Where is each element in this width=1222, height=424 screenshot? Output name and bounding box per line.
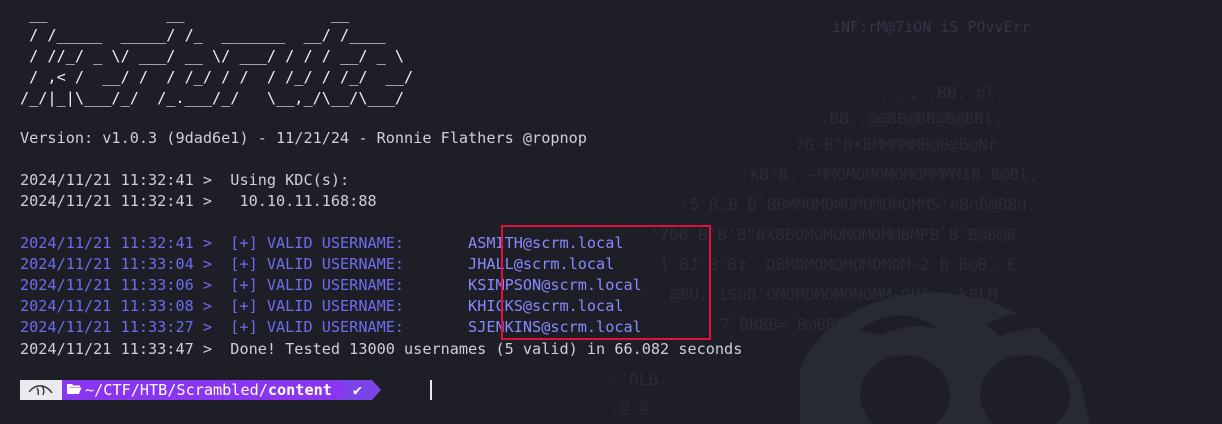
done-line: 2024/11/21 11:33:47 > Done! Tested 13000… [20,340,743,358]
svg-text:.......BB..nl.: .......BB..nl. [870,83,1005,102]
log-prefix: 2024/11/21 11:33:04 > [+] VALID USERNAME… [20,255,469,273]
log-prefix: 2024/11/21 11:32:41 > [+] VALID USERNAME… [20,234,469,252]
background-watermark-text: iNF:rM@7iON iS POvvErr [832,18,1031,36]
background-mascot-silhouette [800,292,1090,424]
prompt-separator [337,380,347,400]
kerbrute-ascii-banner: __ __ __ / /_____ _____/ /_ _______ __/ … [20,5,414,107]
svg-text:7G-B"B•BMMMMMB@B@B@Nr: 7G-B"B•BMMMMMB@B@B@Nr [795,135,998,154]
kdc-address-line: 2024/11/21 11:32:41 > 10.10.11.168:88 [20,192,377,210]
kdc-line: 2024/11/21 11:32:41 > Using KDC(s): [20,171,350,189]
svg-text:7`BBBB= B@BBB@BBB@B5-. `B': 7`BBBB= B@BBB@BBB@B5-. `B'B#@ [720,315,1000,334]
prompt-end-arrow [372,380,382,400]
username-highlight-box [501,225,711,340]
shell-prompt: ~/CTF/HTB/Scrambled/content ✔ [20,380,382,400]
log-prefix: 2024/11/21 11:33:06 > [+] VALID USERNAME… [20,276,469,294]
svg-text:.@ @: .@ @ [610,397,649,416]
log-prefix: 2024/11/21 11:33:27 > [+] VALID USERNAME… [20,318,469,336]
svg-text:.BB..@@BB@BB@B@BBl.: .BB..@@BB@BB@B@BBl. [820,109,1003,128]
folder-open-icon [66,381,82,399]
path-current-dir: content [267,381,332,399]
version-line: Version: v1.0.3 (9dad6e1) - 11/21/24 - R… [20,129,587,147]
svg-text:.'OLB.: .'OLB. [610,370,668,389]
svg-text::5'B.B`B`BBMMOMOMOMOMOMOMMS'nB: :5'B.B`B`BBMMOMOMOMOMOMOMMS'nBnB@BBu. [680,195,1036,214]
kali-dragon-icon [20,380,62,400]
svg-text:l.BJ`B`B‡` OBMOMOMOMOMOMOM-2: l.BJ`B`B‡` OBMOMOMOMOMOMOM-2 B.B@B. E [660,255,1016,274]
path-prefix: ~/CTF/HTB/Scrambled/ [85,381,268,399]
svg-text:M O q M: M O q M [840,397,907,416]
log-prefix: 2024/11/21 11:33:08 > [+] VALID USERNAME… [20,297,469,315]
check-icon: ✔ [346,380,373,400]
svg-text::kB'B.`—MMOMOMOMOMOMMMMIB`B@Bl: :kB'B.`—MMOMOMOMOMOMMMMIB`B@Bl, [740,165,1039,184]
svg-text:@BU. iSuB`OMOMOMOMOMOMM-OU1:: @BU. iSuB`OMOMOMOMOMOMM-OU1: .kBLM [670,285,998,304]
prompt-path: ~/CTF/HTB/Scrambled/content [62,380,338,400]
text-cursor[interactable] [430,380,432,400]
